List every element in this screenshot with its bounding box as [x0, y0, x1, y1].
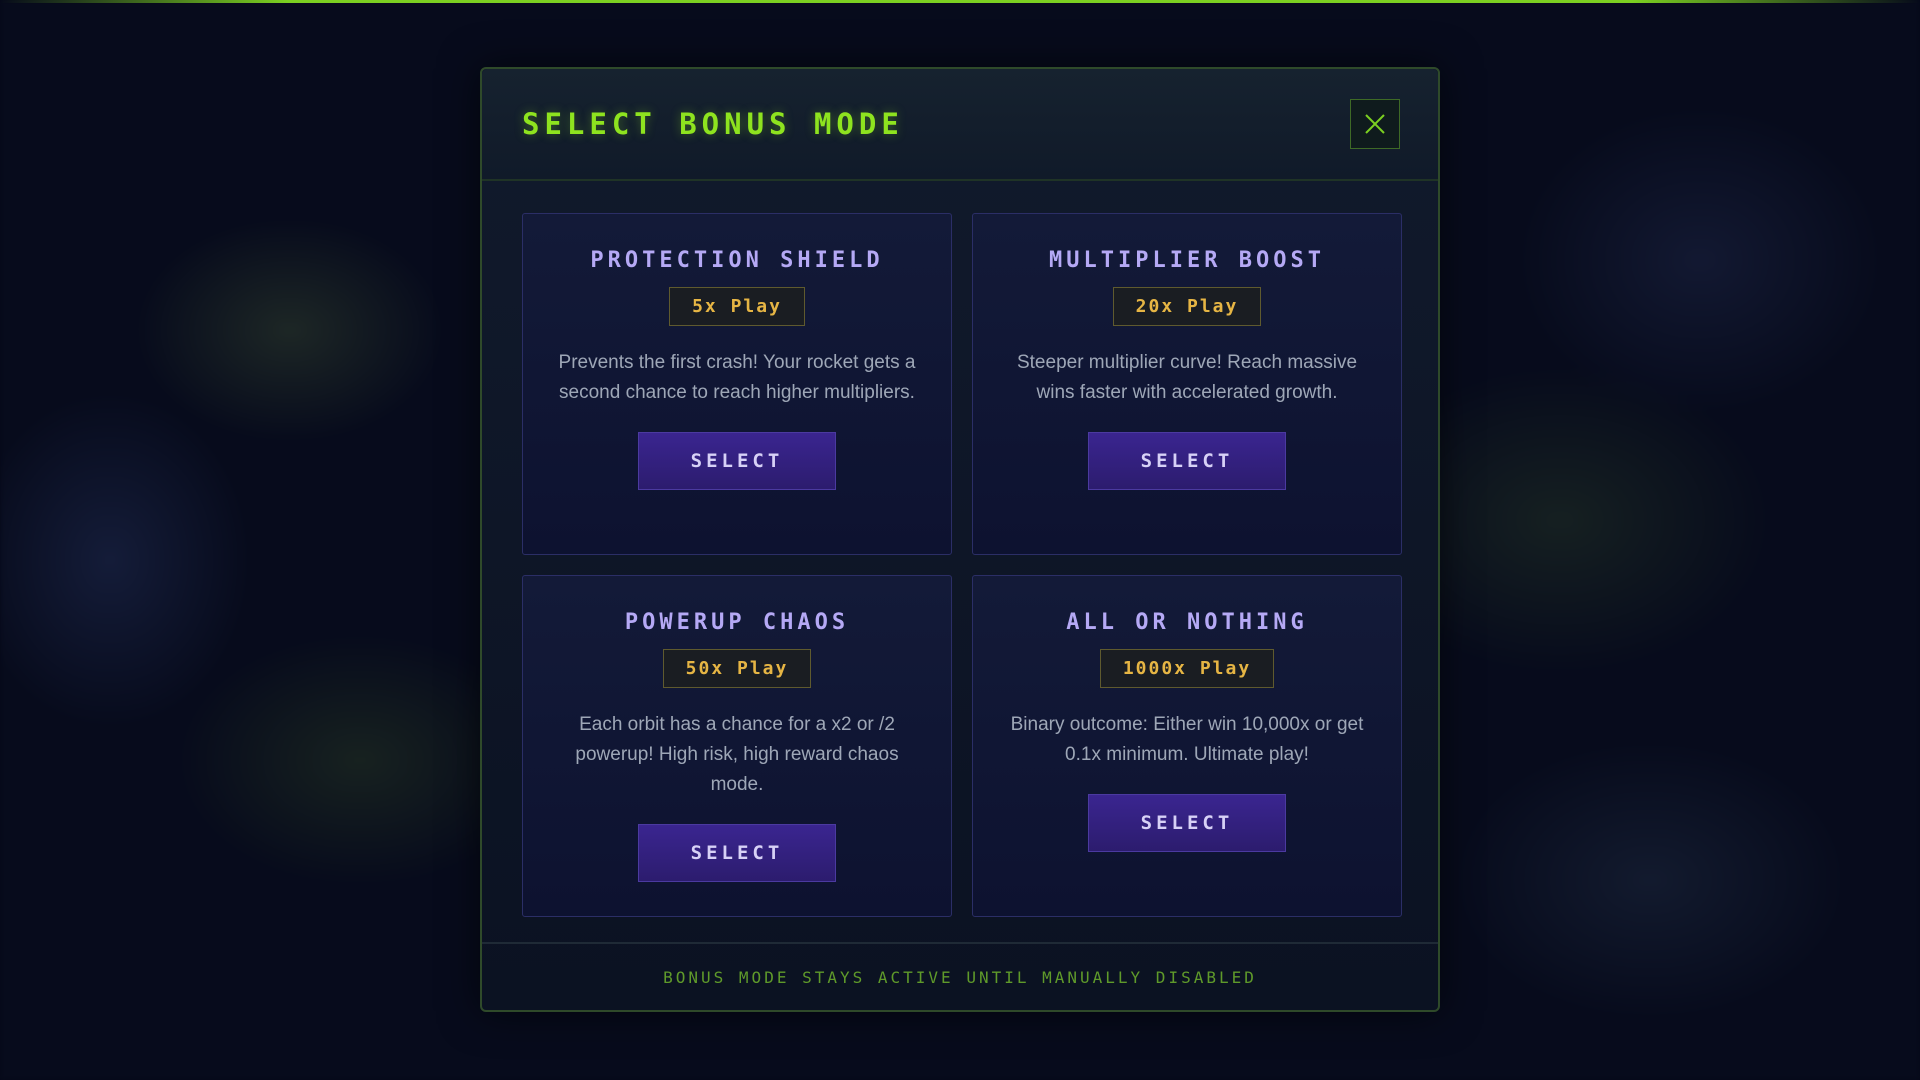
- top-accent-line: [0, 0, 1920, 3]
- select-multiplier-boost-button[interactable]: SELECT: [1088, 432, 1286, 490]
- modal-title: SELECT BONUS MODE: [522, 107, 904, 141]
- mode-title: MULTIPLIER BOOST: [1049, 248, 1325, 273]
- price-badge: 1000x Play: [1099, 649, 1275, 688]
- modal-footer: BONUS MODE STAYS ACTIVE UNTIL MANUALLY D…: [482, 942, 1438, 1010]
- mode-card-all-or-nothing: ALL OR NOTHING 1000x Play Binary outcome…: [972, 575, 1402, 917]
- mode-description: Binary outcome: Either win 10,000x or ge…: [1010, 714, 1364, 765]
- close-icon: [1365, 114, 1385, 134]
- mode-card-powerup-chaos: POWERUP CHAOS 50x Play Each orbit has a …: [522, 575, 952, 917]
- close-button[interactable]: [1350, 99, 1400, 149]
- price-badge: 50x Play: [662, 649, 812, 688]
- mode-description: Each orbit has a chance for a x2 or /2 p…: [575, 714, 899, 795]
- modal-header: SELECT BONUS MODE: [482, 69, 1438, 181]
- price-badge: 5x Play: [669, 287, 805, 326]
- price-badge: 20x Play: [1112, 287, 1262, 326]
- select-powerup-chaos-button[interactable]: SELECT: [638, 824, 836, 882]
- mode-description: Prevents the first crash! Your rocket ge…: [558, 352, 916, 403]
- bonus-mode-modal: SELECT BONUS MODE PROTECTION SHIELD 5x P…: [480, 67, 1440, 1012]
- mode-card-multiplier-boost: MULTIPLIER BOOST 20x Play Steeper multip…: [972, 213, 1402, 555]
- mode-title: ALL OR NOTHING: [1066, 610, 1308, 635]
- mode-description: Steeper multiplier curve! Reach massive …: [1016, 352, 1358, 403]
- mode-card-protection-shield: PROTECTION SHIELD 5x Play Prevents the f…: [522, 213, 952, 555]
- footer-note: BONUS MODE STAYS ACTIVE UNTIL MANUALLY D…: [663, 967, 1257, 987]
- select-protection-shield-button[interactable]: SELECT: [638, 432, 836, 490]
- select-all-or-nothing-button[interactable]: SELECT: [1088, 794, 1286, 852]
- mode-grid: PROTECTION SHIELD 5x Play Prevents the f…: [522, 213, 1402, 917]
- mode-title: PROTECTION SHIELD: [590, 248, 884, 273]
- mode-title: POWERUP CHAOS: [624, 610, 850, 635]
